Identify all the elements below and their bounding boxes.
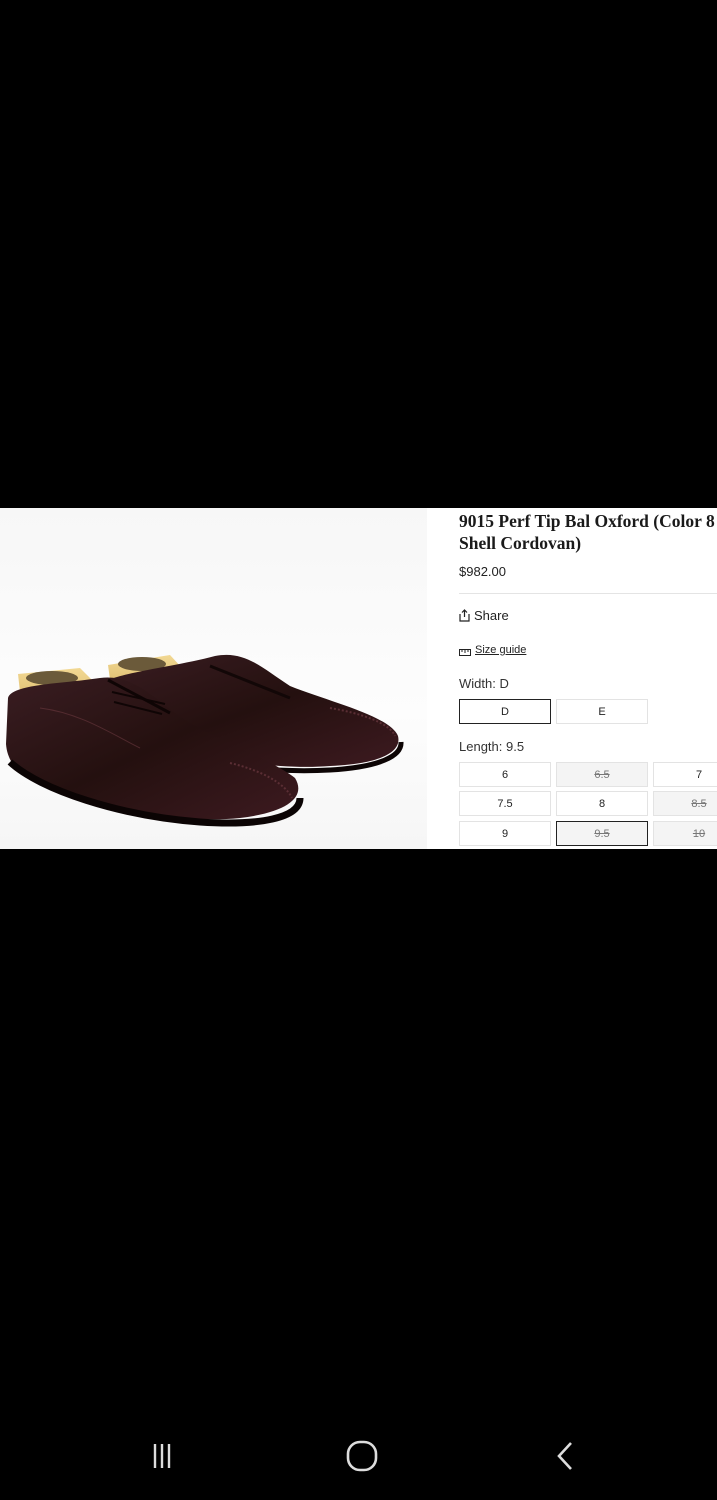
share-button[interactable]: Share bbox=[459, 608, 509, 623]
shoe-illustration bbox=[6, 654, 404, 827]
system-navigation-bar bbox=[0, 1410, 717, 1500]
width-selected: D bbox=[499, 676, 509, 691]
recents-icon bbox=[147, 1441, 177, 1476]
length-option-6-5[interactable]: 6.5 bbox=[556, 762, 648, 787]
length-option-7[interactable]: 7 bbox=[653, 762, 717, 787]
width-label: Width: D bbox=[459, 676, 509, 691]
back-icon bbox=[550, 1441, 580, 1476]
product-image[interactable] bbox=[0, 508, 427, 849]
product-panel: 9015 Perf Tip Bal Oxford (Color 8 Shell … bbox=[0, 508, 717, 849]
product-title: 9015 Perf Tip Bal Oxford (Color 8 Shell … bbox=[459, 511, 715, 553]
recents-button[interactable] bbox=[142, 1438, 182, 1478]
divider bbox=[459, 593, 717, 594]
home-icon bbox=[344, 1438, 380, 1479]
length-option-9-5[interactable]: 9.5 bbox=[556, 821, 648, 846]
ruler-icon bbox=[459, 647, 471, 656]
length-selected: 9.5 bbox=[506, 739, 525, 754]
length-option-6[interactable]: 6 bbox=[459, 762, 551, 787]
length-option-10[interactable]: 10 bbox=[653, 821, 717, 846]
length-option-7-5[interactable]: 7.5 bbox=[459, 791, 551, 816]
product-price: $982.00 bbox=[459, 564, 506, 579]
length-label: Length: 9.5 bbox=[459, 739, 525, 754]
length-option-8-5[interactable]: 8.5 bbox=[653, 791, 717, 816]
back-button[interactable] bbox=[545, 1438, 585, 1478]
width-option-e[interactable]: E bbox=[556, 699, 648, 724]
product-info: 9015 Perf Tip Bal Oxford (Color 8 Shell … bbox=[459, 508, 717, 849]
width-option-d[interactable]: D bbox=[459, 699, 551, 724]
share-label: Share bbox=[474, 608, 509, 623]
length-option-9[interactable]: 9 bbox=[459, 821, 551, 846]
share-icon bbox=[459, 609, 470, 622]
length-option-8[interactable]: 8 bbox=[556, 791, 648, 816]
home-button[interactable] bbox=[342, 1438, 382, 1478]
size-guide-label: Size guide bbox=[475, 644, 527, 656]
size-guide-link[interactable]: Size guide bbox=[459, 644, 526, 656]
